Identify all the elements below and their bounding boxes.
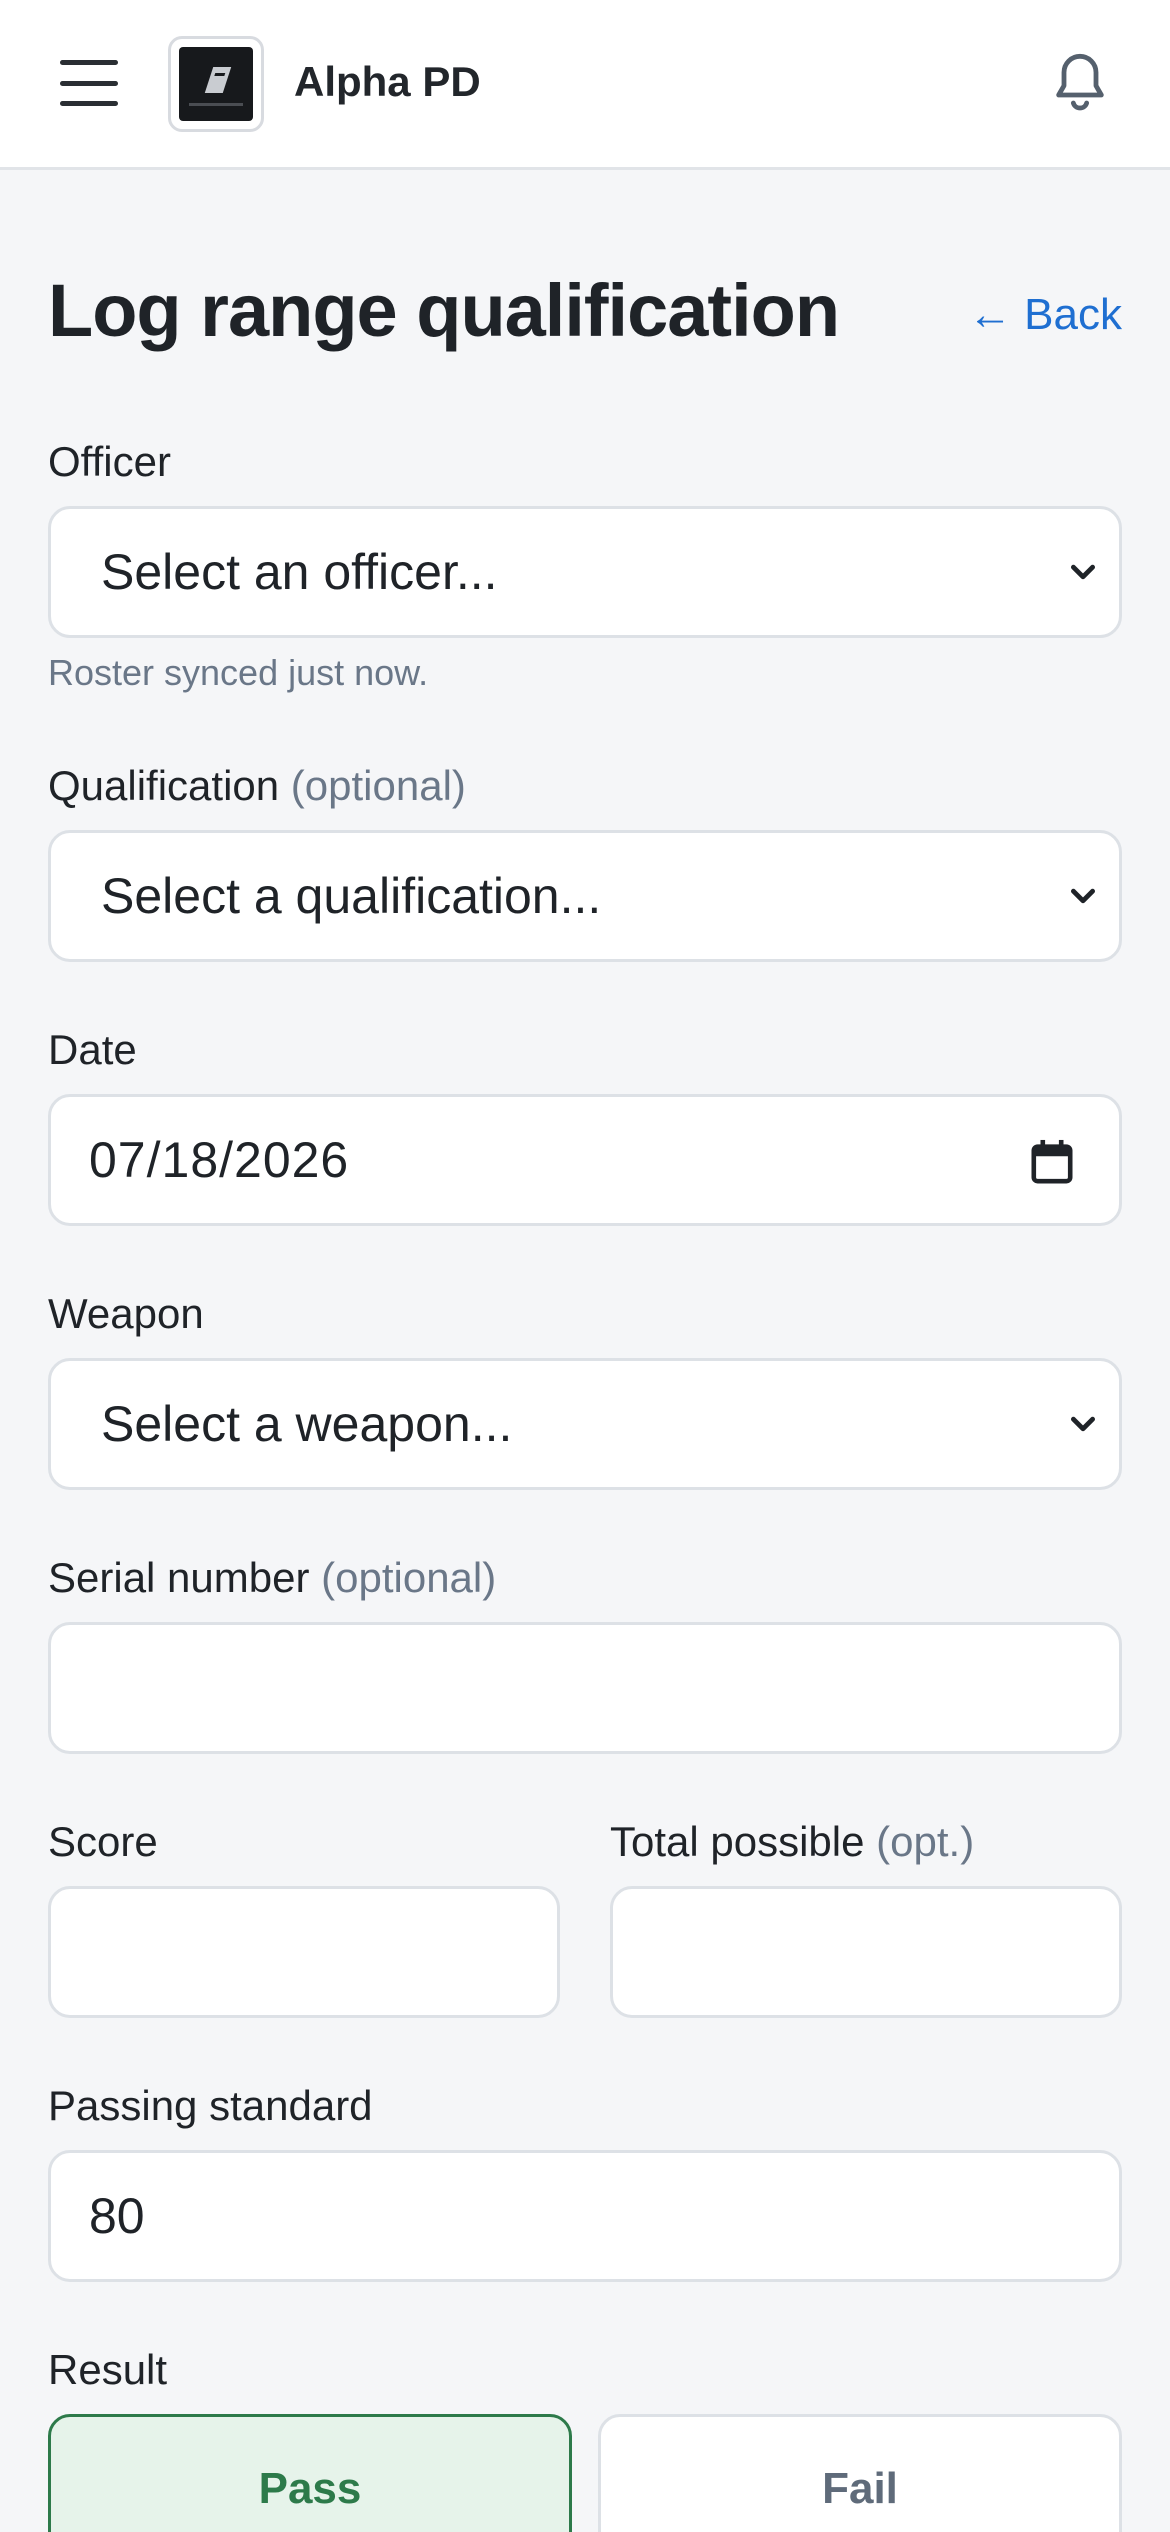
roster-sync-status: Roster synced just now. xyxy=(48,652,429,693)
total-possible-input[interactable] xyxy=(610,1886,1122,2018)
date-label: Date xyxy=(48,1026,137,1073)
pass-button[interactable]: Pass xyxy=(48,2414,572,2532)
weapon-select[interactable]: Select a weapon... xyxy=(48,1358,1122,1490)
bell-icon[interactable] xyxy=(1048,48,1112,118)
calendar-icon[interactable] xyxy=(1029,1137,1075,1187)
optional-hint: (opt.) xyxy=(876,1818,975,1865)
passing-standard-value: 80 xyxy=(89,2188,145,2244)
optional-hint: (optional) xyxy=(290,762,466,809)
page-title: Log range qualification xyxy=(48,269,840,352)
date-input[interactable]: 07/18/2026 xyxy=(48,1094,1122,1226)
passing-standard-label: Passing standard xyxy=(48,2082,373,2129)
score-input[interactable] xyxy=(48,1886,560,2018)
qualification-label: Qualification (optional) xyxy=(48,762,466,809)
chevron-down-icon xyxy=(1071,1416,1095,1432)
result-label: Result xyxy=(48,2346,168,2393)
officer-select-value: Select an officer... xyxy=(101,544,498,600)
top-header: Alpha PD xyxy=(0,0,1170,170)
back-link[interactable]: ← Back xyxy=(968,290,1122,340)
app-logo[interactable] xyxy=(168,36,264,132)
qualification-select[interactable]: Select a qualification... xyxy=(48,830,1122,962)
serial-number-input[interactable] xyxy=(48,1622,1122,1754)
hamburger-menu-icon[interactable] xyxy=(60,60,118,106)
officer-label: Officer xyxy=(48,438,171,485)
score-label: Score xyxy=(48,1818,158,1865)
total-possible-label: Total possible (opt.) xyxy=(610,1818,975,1865)
serial-number-label: Serial number (optional) xyxy=(48,1554,497,1601)
officer-select[interactable]: Select an officer... xyxy=(48,506,1122,638)
chevron-down-icon xyxy=(1071,564,1095,580)
app-title: Alpha PD xyxy=(294,58,481,105)
optional-hint: (optional) xyxy=(321,1554,497,1601)
weapon-select-value: Select a weapon... xyxy=(101,1396,513,1452)
chevron-down-icon xyxy=(1071,888,1095,904)
qualification-select-value: Select a qualification... xyxy=(101,868,602,924)
weapon-label: Weapon xyxy=(48,1290,204,1337)
date-input-value: 07/18/2026 xyxy=(89,1132,350,1188)
passing-standard-input[interactable]: 80 xyxy=(48,2150,1122,2282)
fail-button[interactable]: Fail xyxy=(598,2414,1122,2532)
